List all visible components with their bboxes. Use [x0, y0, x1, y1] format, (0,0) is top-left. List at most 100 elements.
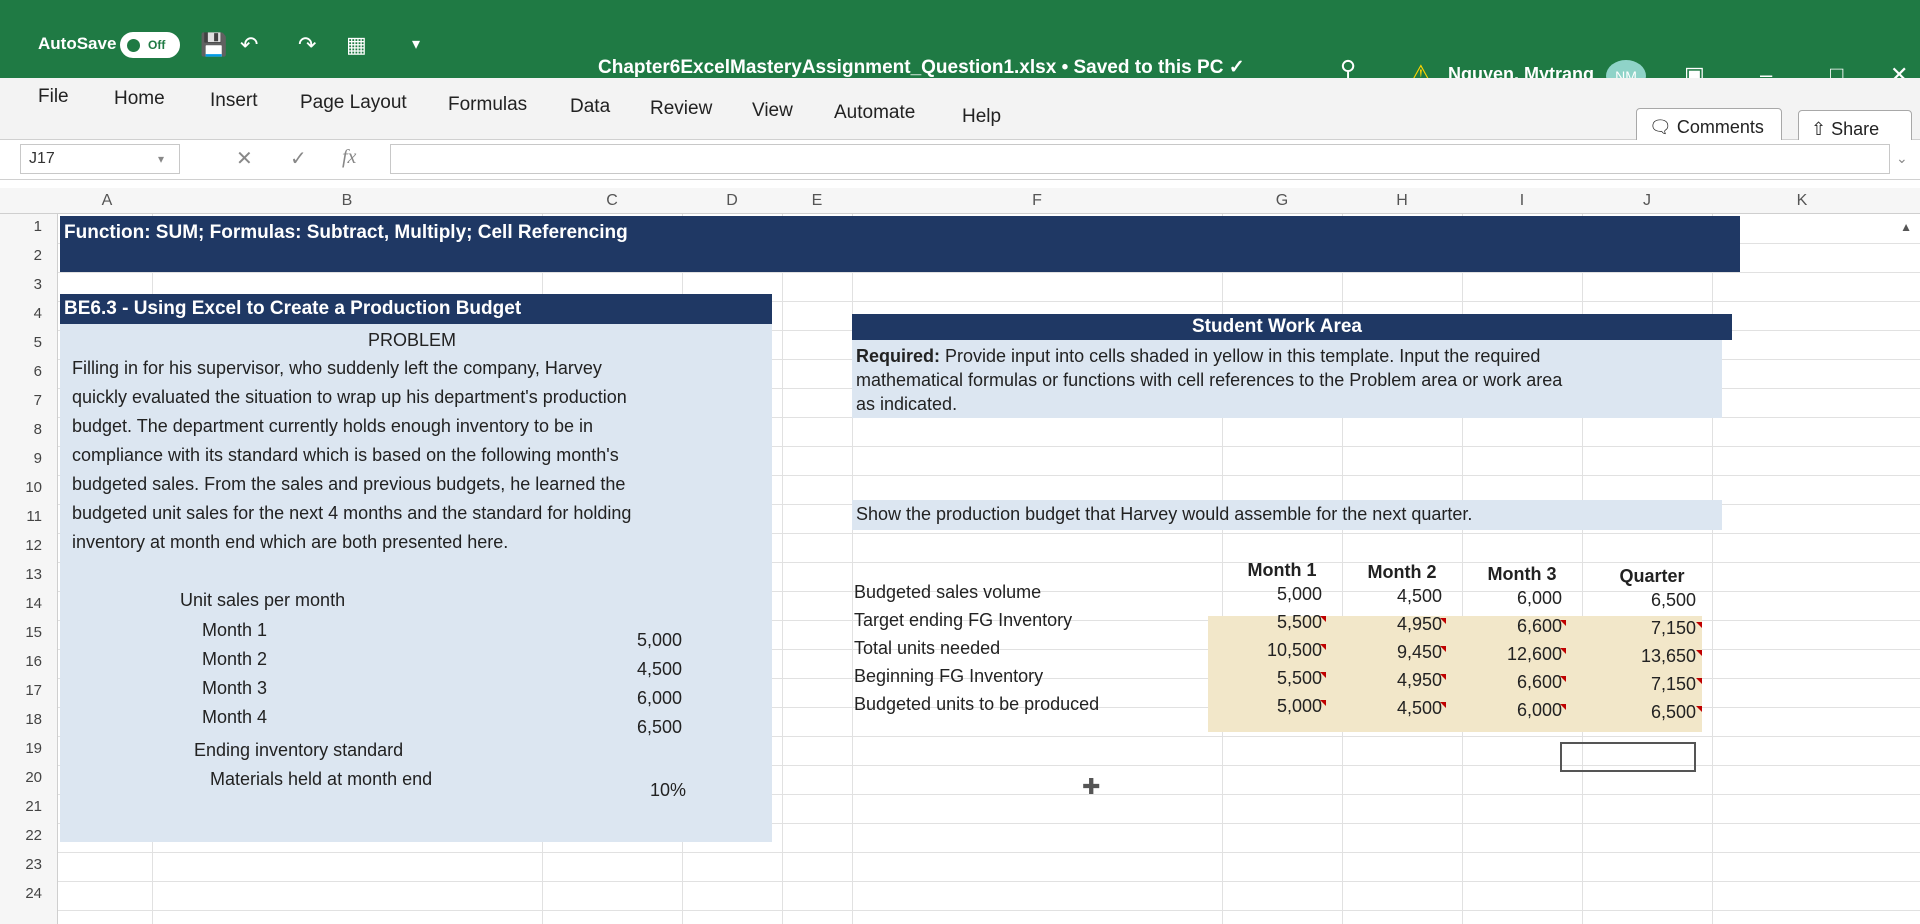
- enter-icon[interactable]: ✓: [290, 146, 307, 171]
- worksheet-grid[interactable]: A B C D E F G H I J K 1 2 3 4 5 6 7 8 9 …: [0, 180, 1920, 924]
- column-header-b[interactable]: B: [152, 188, 542, 214]
- tab-help[interactable]: Help: [962, 106, 1001, 128]
- redo-icon[interactable]: ↷: [298, 32, 316, 58]
- row-header[interactable]: 11: [0, 508, 56, 525]
- budget-cell[interactable]: 6,500: [1582, 702, 1696, 723]
- row-header[interactable]: 17: [0, 682, 56, 699]
- selected-cell-j17[interactable]: [1560, 742, 1696, 772]
- column-header-i[interactable]: I: [1462, 188, 1582, 214]
- row-header[interactable]: 9: [0, 450, 56, 467]
- column-header-h[interactable]: H: [1342, 188, 1462, 214]
- comment-indicator[interactable]: [1696, 706, 1702, 712]
- tab-page-layout[interactable]: Page Layout: [300, 92, 407, 114]
- row-header[interactable]: 10: [0, 479, 56, 496]
- tab-insert[interactable]: Insert: [210, 90, 258, 112]
- insert-function-icon[interactable]: fx: [342, 146, 356, 169]
- autosave-toggle[interactable]: Off: [120, 32, 180, 58]
- column-header-g[interactable]: G: [1222, 188, 1342, 214]
- name-box[interactable]: J17: [20, 144, 180, 174]
- row-header[interactable]: 21: [0, 798, 56, 815]
- save-icon[interactable]: 💾: [200, 32, 227, 58]
- tab-view[interactable]: View: [752, 100, 793, 122]
- budget-cell[interactable]: 7,150: [1582, 618, 1696, 639]
- row-header[interactable]: 8: [0, 421, 56, 438]
- tab-automate[interactable]: Automate: [834, 102, 915, 124]
- row-header[interactable]: 22: [0, 827, 56, 844]
- customize-toolbar-icon[interactable]: ▾: [412, 32, 420, 58]
- comment-indicator[interactable]: [1320, 700, 1326, 706]
- month-value[interactable]: 6,500: [560, 717, 682, 738]
- comment-indicator[interactable]: [1696, 678, 1702, 684]
- scroll-up-icon[interactable]: ▲: [1900, 220, 1912, 234]
- comment-indicator[interactable]: [1440, 674, 1446, 680]
- tab-data[interactable]: Data: [570, 96, 610, 118]
- comment-indicator[interactable]: [1696, 622, 1702, 628]
- formula-input[interactable]: [390, 144, 1890, 174]
- row-header[interactable]: 18: [0, 711, 56, 728]
- comment-indicator[interactable]: [1320, 616, 1326, 622]
- cancel-icon[interactable]: ✕: [236, 146, 253, 171]
- row-header[interactable]: 13: [0, 566, 56, 583]
- row-header[interactable]: 4: [0, 305, 56, 322]
- row-header[interactable]: 1: [0, 218, 56, 235]
- month-value[interactable]: 6,000: [560, 688, 682, 709]
- row-header[interactable]: 12: [0, 537, 56, 554]
- budget-cell[interactable]: 4,500: [1342, 698, 1442, 719]
- document-title[interactable]: Chapter6ExcelMasteryAssignment_Question1…: [598, 56, 1245, 79]
- tab-formulas[interactable]: Formulas: [448, 94, 527, 116]
- column-header-c[interactable]: C: [542, 188, 682, 214]
- column-header-e[interactable]: E: [782, 188, 852, 214]
- comment-indicator[interactable]: [1320, 644, 1326, 650]
- row-header[interactable]: 19: [0, 740, 56, 757]
- budget-cell[interactable]: 6,600: [1462, 672, 1562, 693]
- materials-value[interactable]: 10%: [560, 780, 686, 801]
- row-header[interactable]: 7: [0, 392, 56, 409]
- column-header-j[interactable]: J: [1582, 188, 1712, 214]
- row-header[interactable]: 6: [0, 363, 56, 380]
- budget-cell[interactable]: 9,450: [1342, 642, 1442, 663]
- budget-cell[interactable]: 4,950: [1342, 614, 1442, 635]
- tab-file[interactable]: File: [38, 86, 69, 108]
- row-header[interactable]: 16: [0, 653, 56, 670]
- budget-cell[interactable]: 5,000: [1222, 584, 1322, 605]
- column-header-f[interactable]: F: [852, 188, 1222, 214]
- column-header-d[interactable]: D: [682, 188, 782, 214]
- format-painter-icon[interactable]: ▦: [346, 32, 367, 58]
- row-header[interactable]: 23: [0, 856, 56, 873]
- budget-cell[interactable]: 6,600: [1462, 616, 1562, 637]
- comment-indicator[interactable]: [1440, 646, 1446, 652]
- row-header[interactable]: 2: [0, 247, 56, 264]
- comment-indicator[interactable]: [1560, 676, 1566, 682]
- budget-cell[interactable]: 5,500: [1222, 612, 1322, 633]
- budget-cell[interactable]: 6,500: [1582, 590, 1696, 611]
- comment-indicator[interactable]: [1320, 672, 1326, 678]
- budget-cell[interactable]: 10,500: [1222, 640, 1322, 661]
- comment-indicator[interactable]: [1440, 618, 1446, 624]
- budget-cell[interactable]: 4,500: [1342, 586, 1442, 607]
- row-header[interactable]: 20: [0, 769, 56, 786]
- budget-cell[interactable]: 13,650: [1582, 646, 1696, 667]
- comment-indicator[interactable]: [1560, 704, 1566, 710]
- budget-cell[interactable]: 6,000: [1462, 588, 1562, 609]
- tab-review[interactable]: Review: [650, 98, 712, 120]
- row-header[interactable]: 5: [0, 334, 56, 351]
- row-header[interactable]: 3: [0, 276, 56, 293]
- budget-cell[interactable]: 4,950: [1342, 670, 1442, 691]
- column-header-k[interactable]: K: [1712, 188, 1892, 214]
- month-value[interactable]: 4,500: [560, 659, 682, 680]
- name-box-dropdown-icon[interactable]: ▾: [158, 152, 164, 166]
- comment-indicator[interactable]: [1560, 620, 1566, 626]
- comment-indicator[interactable]: [1560, 648, 1566, 654]
- row-header[interactable]: 15: [0, 624, 56, 641]
- budget-cell[interactable]: 7,150: [1582, 674, 1696, 695]
- month-value[interactable]: 5,000: [560, 630, 682, 651]
- row-header[interactable]: 24: [0, 885, 56, 902]
- budget-cell[interactable]: 6,000: [1462, 700, 1562, 721]
- undo-icon[interactable]: ↶: [240, 32, 258, 58]
- comment-indicator[interactable]: [1696, 650, 1702, 656]
- comment-indicator[interactable]: [1440, 702, 1446, 708]
- budget-cell[interactable]: 12,600: [1462, 644, 1562, 665]
- expand-formula-bar-icon[interactable]: ⌄: [1896, 150, 1908, 167]
- row-header[interactable]: 14: [0, 595, 56, 612]
- budget-cell[interactable]: 5,000: [1222, 696, 1322, 717]
